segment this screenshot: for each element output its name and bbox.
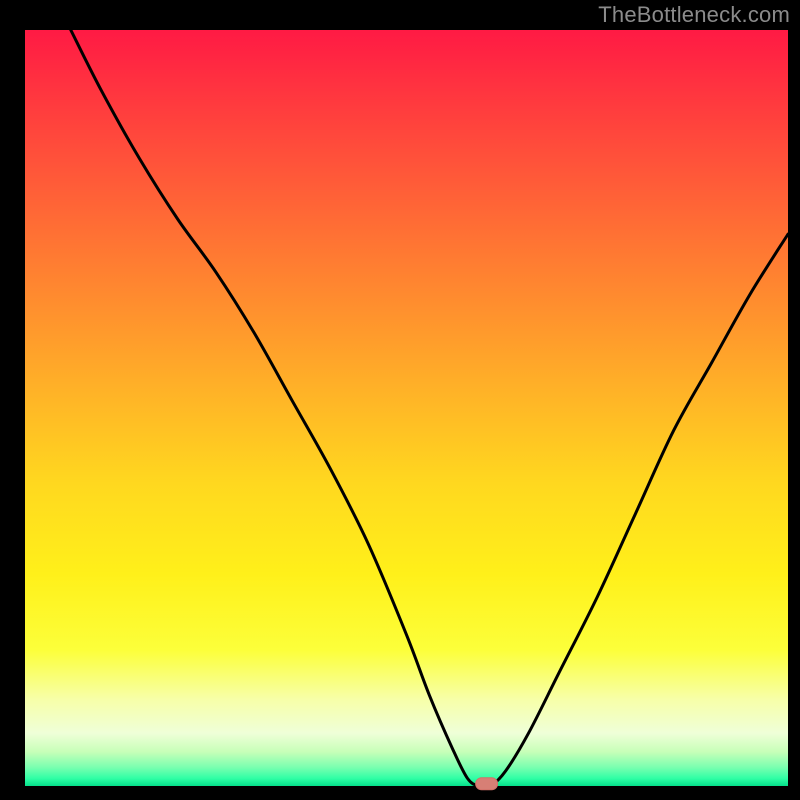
bottleneck-chart xyxy=(0,0,800,800)
optimal-point-marker xyxy=(476,778,498,790)
chart-frame: { "watermark": "TheBottleneck.com", "col… xyxy=(0,0,800,800)
gradient-background xyxy=(25,30,788,786)
